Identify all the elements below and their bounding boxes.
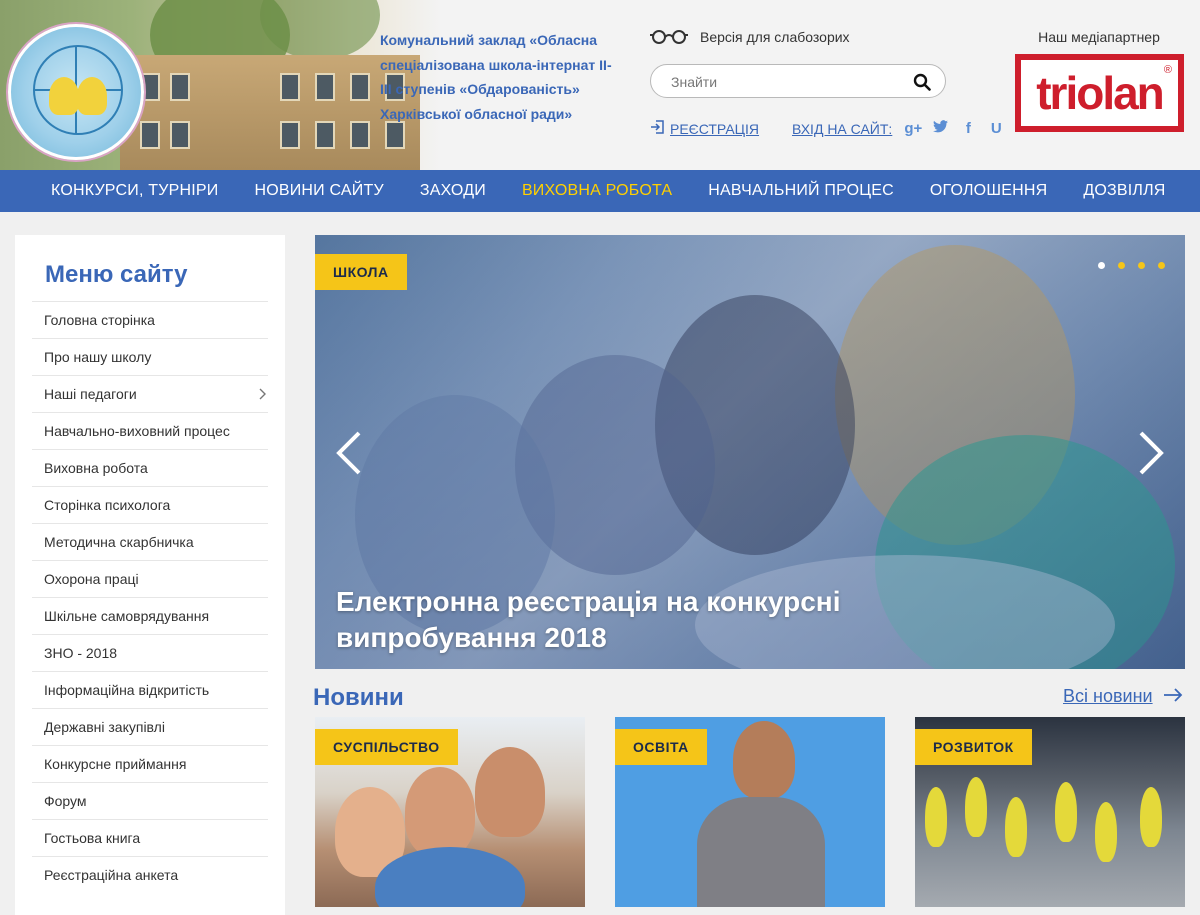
sidebar-item-label: Наші педагоги (44, 386, 137, 402)
arrow-right-icon (1163, 686, 1183, 707)
school-logo[interactable] (8, 24, 144, 160)
main-nav: КОНКУРСИ, ТУРНІРИ НОВИНИ САЙТУ ЗАХОДИ ВИ… (0, 170, 1200, 212)
sidebar-item-openness[interactable]: Інформаційна відкритість (32, 671, 268, 708)
sidebar-item-teachers[interactable]: Наші педагоги (32, 375, 268, 412)
nav-item-site-news[interactable]: НОВИНИ САЙТУ (254, 182, 383, 200)
low-vision-label: Версія для слабозорих (700, 29, 850, 45)
news-card[interactable]: ОСВІТА (615, 717, 885, 907)
sidebar-item-upbringing[interactable]: Виховна робота (32, 449, 268, 486)
slider-dot[interactable] (1158, 262, 1165, 269)
slider-prev-arrow-icon[interactable] (333, 431, 363, 475)
sidebar-item-psychologist[interactable]: Сторінка психолога (32, 486, 268, 523)
site-header: Комунальний заклад «Обласна спеціалізова… (0, 0, 1200, 170)
nav-item-contests[interactable]: КОНКУРСИ, ТУРНІРИ (51, 182, 218, 200)
glasses-icon (650, 29, 688, 45)
sidebar-item-registration-form[interactable]: Реєстраційна анкета (32, 856, 268, 893)
sidebar-item-forum[interactable]: Форум (32, 782, 268, 819)
login-arrow-icon (650, 120, 664, 137)
school-name[interactable]: Комунальний заклад «Обласна спеціалізова… (380, 28, 620, 126)
news-card[interactable]: РОЗВИТОК (915, 717, 1185, 907)
search-input[interactable] (669, 72, 893, 92)
sidebar-item-self-government[interactable]: Шкільне самоврядування (32, 597, 268, 634)
sidebar-menu-list: Головна сторінка Про нашу школу Наші пед… (32, 301, 268, 893)
sidebar-item-labor-safety[interactable]: Охорона праці (32, 560, 268, 597)
news-card-tag[interactable]: РОЗВИТОК (915, 729, 1032, 765)
media-partner-label: Наш медіапартнер (1038, 29, 1160, 45)
nav-item-events[interactable]: ЗАХОДИ (420, 182, 486, 200)
sidebar-menu: Меню сайту Головна сторінка Про нашу шко… (15, 235, 285, 915)
hero-slider[interactable]: ШКОЛА Електронна реєстрація на конкурсні… (315, 235, 1185, 669)
search-icon[interactable] (913, 73, 931, 91)
ukrnet-icon[interactable]: U (988, 120, 1004, 137)
news-section-title: Новини (313, 684, 404, 711)
nav-item-announcements[interactable]: ОГОЛОШЕННЯ (930, 182, 1047, 200)
nav-item-upbringing[interactable]: ВИХОВНА РОБОТА (522, 182, 672, 200)
sidebar-item-admission[interactable]: Конкурсне приймання (32, 745, 268, 782)
news-card-tag[interactable]: СУСПІЛЬСТВО (315, 729, 458, 765)
register-label: РЕЄСТРАЦІЯ (670, 120, 760, 137)
nav-item-education[interactable]: НАВЧАЛЬНИЙ ПРОЦЕС (708, 182, 894, 200)
slider-dot[interactable] (1098, 262, 1105, 269)
sidebar-item-about[interactable]: Про нашу школу (32, 338, 268, 375)
sidebar-item-zno[interactable]: ЗНО - 2018 (32, 634, 268, 671)
triolan-logo[interactable]: triolan ® (1015, 54, 1184, 132)
sidebar-item-home[interactable]: Головна сторінка (32, 301, 268, 338)
triolan-logo-text: triolan (1036, 67, 1165, 119)
sidebar-title: Меню сайту (45, 261, 188, 288)
sidebar-item-guestbook[interactable]: Гостьова книга (32, 819, 268, 856)
news-card[interactable]: СУСПІЛЬСТВО (315, 717, 585, 907)
slide-category-tag[interactable]: ШКОЛА (315, 254, 407, 290)
login-label: ВХІД НА САЙТ: (792, 120, 893, 137)
slider-next-arrow-icon[interactable] (1137, 431, 1167, 475)
twitter-icon[interactable] (932, 120, 948, 137)
low-vision-link[interactable]: Версія для слабозорих (650, 29, 850, 45)
slider-dot[interactable] (1138, 262, 1145, 269)
news-card-tag[interactable]: ОСВІТА (615, 729, 707, 765)
nav-item-leisure[interactable]: ДОЗВІЛЛЯ (1083, 182, 1165, 200)
slider-dots (1098, 262, 1165, 269)
all-news-label: Всі новини (1063, 686, 1153, 706)
sidebar-item-edu-process[interactable]: Навчально-виховний процес (32, 412, 268, 449)
registered-mark: ® (1163, 64, 1172, 76)
slide-caption[interactable]: Електронна реєстрація на конкурсні випро… (336, 584, 896, 656)
login-row: ВХІД НА САЙТ: g+ f U (792, 120, 1004, 137)
sidebar-item-procurement[interactable]: Державні закупівлі (32, 708, 268, 745)
sidebar-item-methodical[interactable]: Методична скарбничка (32, 523, 268, 560)
slider-dot[interactable] (1118, 262, 1125, 269)
register-link[interactable]: РЕЄСТРАЦІЯ (650, 120, 759, 137)
search-box (650, 64, 946, 98)
facebook-icon[interactable]: f (960, 120, 976, 137)
google-plus-icon[interactable]: g+ (904, 120, 922, 137)
all-news-link[interactable]: Всі новини (1063, 686, 1183, 707)
